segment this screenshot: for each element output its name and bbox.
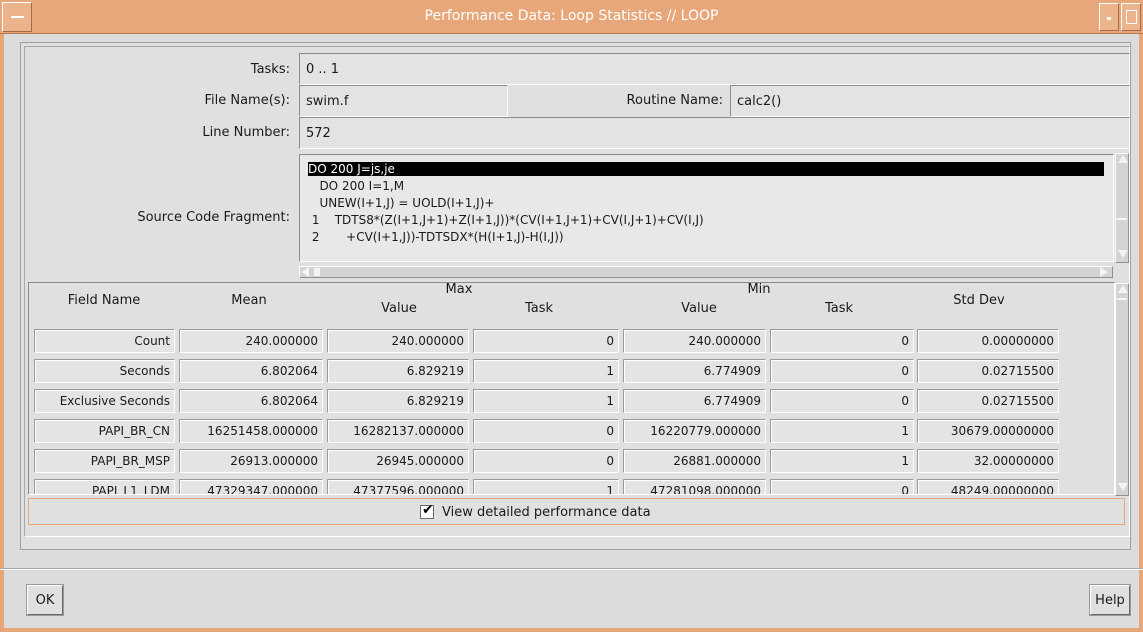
row-mean: 16251458.000000 xyxy=(179,419,323,443)
header-mean: Mean xyxy=(231,293,267,308)
scroll-thumb[interactable] xyxy=(1117,298,1127,300)
row-max-task: 1 xyxy=(473,479,619,494)
row-min-task: 0 xyxy=(770,389,914,413)
separator xyxy=(0,568,1143,570)
row-min-task: 0 xyxy=(770,329,914,353)
row-field-name: PAPI_L1_LDM xyxy=(34,479,175,494)
tasks-label: Tasks: xyxy=(250,62,290,77)
row-std-dev: 0.02715500 xyxy=(917,389,1059,413)
maximize-icon xyxy=(1126,10,1137,24)
minimize-button[interactable] xyxy=(1099,3,1119,31)
row-max-task: 0 xyxy=(473,449,619,473)
header-max-value: Value xyxy=(381,301,417,316)
row-std-dev: 0.00000000 xyxy=(917,329,1059,353)
source-line[interactable]: DO 200 J=js,je xyxy=(308,162,1104,176)
header-max: Max xyxy=(445,282,473,297)
row-max-task: 1 xyxy=(473,359,619,383)
source-vertical-scrollbar[interactable] xyxy=(1115,153,1129,263)
tasks-field: 0 .. 1 xyxy=(299,53,1130,85)
row-field-name: Count xyxy=(34,329,175,353)
window-title: Performance Data: Loop Statistics // LOO… xyxy=(424,8,719,24)
row-field-name: PAPI_BR_CN xyxy=(34,419,175,443)
row-mean: 47329347.000000 xyxy=(179,479,323,494)
row-std-dev: 0.02715500 xyxy=(917,359,1059,383)
row-std-dev: 32.00000000 xyxy=(917,449,1059,473)
source-code-label: Source Code Fragment: xyxy=(137,210,290,225)
row-field-name: Exclusive Seconds xyxy=(34,389,175,413)
row-max-value: 47377596.000000 xyxy=(327,479,469,494)
detail-checkbox-label[interactable]: View detailed performance data xyxy=(442,505,651,520)
detail-checkbox[interactable]: ✔ xyxy=(420,502,434,519)
row-mean: 6.802064 xyxy=(179,389,323,413)
source-line[interactable]: UNEW(I+1,J) = UOLD(I+1,J)+ xyxy=(308,196,494,210)
help-button[interactable]: Help xyxy=(1090,585,1130,615)
source-line[interactable]: DO 200 I=1,M xyxy=(308,179,404,193)
row-min-value: 26881.000000 xyxy=(623,449,766,473)
scroll-up-icon[interactable] xyxy=(1118,155,1128,163)
window-border-right[interactable] xyxy=(1139,34,1143,632)
row-min-task: 1 xyxy=(770,449,914,473)
maximize-button[interactable] xyxy=(1121,3,1141,31)
header-min-task: Task xyxy=(824,301,854,316)
row-min-task: 0 xyxy=(770,359,914,383)
scroll-thumb[interactable] xyxy=(1117,218,1127,220)
header-max-task: Task xyxy=(524,301,554,316)
routine-name-field: calc2() xyxy=(730,85,1130,117)
row-max-task: 0 xyxy=(473,329,619,353)
row-max-value: 240.000000 xyxy=(327,329,469,353)
row-max-task: 1 xyxy=(473,389,619,413)
row-mean: 6.802064 xyxy=(179,359,323,383)
source-horizontal-scrollbar[interactable] xyxy=(299,266,1113,278)
checkmark-icon: ✔ xyxy=(422,502,434,518)
scroll-up-icon[interactable] xyxy=(1118,285,1128,293)
scroll-down-icon[interactable] xyxy=(1118,250,1128,258)
table-vertical-scrollbar[interactable] xyxy=(1115,283,1129,496)
scroll-down-icon[interactable] xyxy=(1118,483,1128,491)
detail-checkbox-row[interactable]: ✔ View detailed performance data xyxy=(28,498,1125,525)
window-border-bottom[interactable] xyxy=(0,628,1143,632)
row-max-task: 0 xyxy=(473,419,619,443)
line-number-field: 572 xyxy=(299,117,1130,149)
file-name-label: File Name(s): xyxy=(204,93,290,108)
source-line[interactable]: 1 TDTS8*(Z(I+1,J+1)+Z(I+1,J))*(CV(I+1,J+… xyxy=(308,213,704,227)
header-std-dev: Std Dev xyxy=(953,293,1005,308)
routine-name-label: Routine Name: xyxy=(626,93,723,108)
ok-button[interactable]: OK xyxy=(27,585,63,615)
scroll-left-icon[interactable] xyxy=(301,267,309,277)
row-std-dev: 48249.00000000 xyxy=(917,479,1059,494)
statistics-table: Field Name Mean Max Value Task Min Value… xyxy=(28,282,1115,495)
header-min-value: Value xyxy=(681,301,717,316)
source-line[interactable]: 2 +CV(I+1,J))-TDTSDX*(H(I+1,J)-H(I,J)) xyxy=(308,230,564,244)
row-min-value: 6.774909 xyxy=(623,389,766,413)
row-max-value: 6.829219 xyxy=(327,389,469,413)
row-min-value: 16220779.000000 xyxy=(623,419,766,443)
source-code-list[interactable]: DO 200 J=js,je DO 200 I=1,M UNEW(I+1,J) … xyxy=(299,154,1114,262)
row-mean: 240.000000 xyxy=(179,329,323,353)
row-max-value: 16282137.000000 xyxy=(327,419,469,443)
line-number-label: Line Number: xyxy=(202,125,290,140)
row-max-value: 26945.000000 xyxy=(327,449,469,473)
row-min-task: 0 xyxy=(770,479,914,494)
row-min-value: 240.000000 xyxy=(623,329,766,353)
row-mean: 26913.000000 xyxy=(179,449,323,473)
minimize-icon xyxy=(1107,17,1111,20)
row-min-value: 6.774909 xyxy=(623,359,766,383)
scroll-thumb[interactable] xyxy=(314,268,320,276)
window-border-left[interactable] xyxy=(0,34,4,632)
header-min: Min xyxy=(747,282,771,297)
row-min-task: 1 xyxy=(770,419,914,443)
scroll-right-icon[interactable] xyxy=(1100,267,1108,277)
row-field-name: Seconds xyxy=(34,359,175,383)
row-max-value: 6.829219 xyxy=(327,359,469,383)
file-name-field: swim.f xyxy=(299,85,508,117)
row-min-value: 47281098.000000 xyxy=(623,479,766,494)
title-bar: Performance Data: Loop Statistics // LOO… xyxy=(0,0,1143,34)
header-field-name: Field Name xyxy=(67,293,141,308)
row-std-dev: 30679.00000000 xyxy=(917,419,1059,443)
row-field-name: PAPI_BR_MSP xyxy=(34,449,175,473)
